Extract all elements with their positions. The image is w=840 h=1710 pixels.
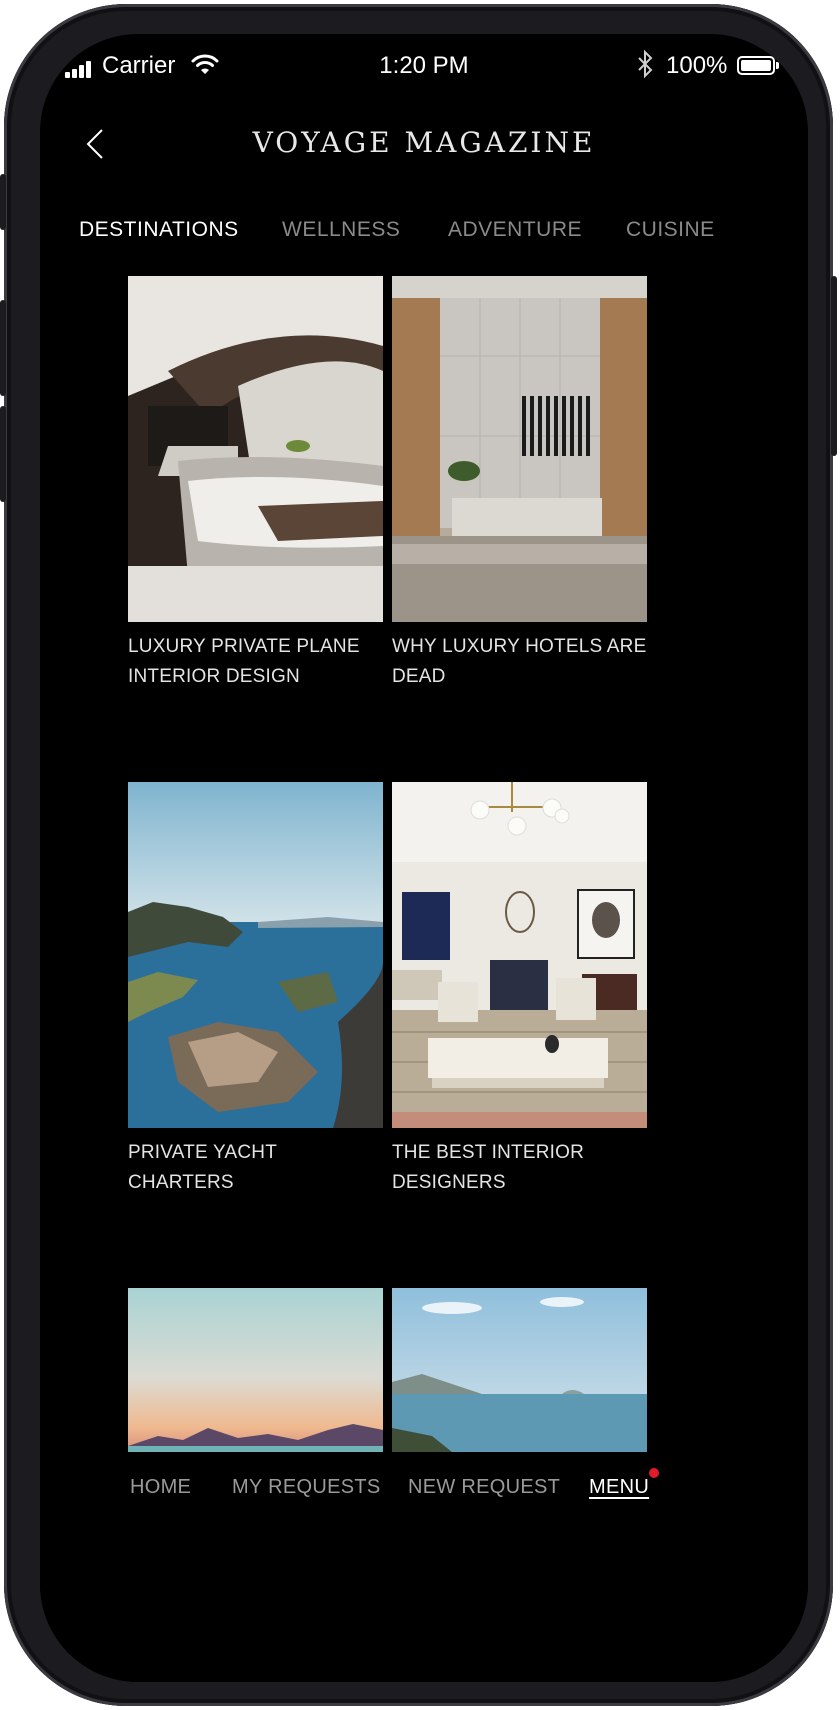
article-image-plane-interior <box>128 276 383 622</box>
battery-icon <box>737 56 779 75</box>
tab-destinations[interactable]: DESTINATIONS <box>79 218 239 242</box>
tab-adventure[interactable]: ADVENTURE <box>448 218 582 242</box>
article-card-plane-interior[interactable]: LUXURY PRIVATE PLANE INTERIOR DESIGN <box>128 276 383 692</box>
article-card-yacht-charters[interactable]: PRIVATE YACHT CHARTERS <box>128 782 383 1198</box>
article-title[interactable]: PRIVATE YACHT CHARTERS <box>128 1138 383 1198</box>
article-card-luxury-hotels[interactable]: WHY LUXURY HOTELS ARE DEAD <box>392 276 647 692</box>
mute-switch <box>0 174 6 230</box>
article-image-seascape <box>392 1288 647 1452</box>
tab-cuisine[interactable]: CUISINE <box>626 218 715 242</box>
article-image-hotel-lobby <box>392 276 647 622</box>
article-image-living-room <box>392 782 647 1128</box>
article-card-sunset[interactable] <box>128 1288 383 1452</box>
nav-menu[interactable]: MENU <box>589 1476 649 1499</box>
magazine-title: VOYAGE MAGAZINE <box>252 126 596 159</box>
article-card-interior-designers[interactable]: THE BEST INTERIOR DESIGNERS <box>392 782 647 1198</box>
article-title[interactable]: LUXURY PRIVATE PLANE INTERIOR DESIGN <box>128 632 383 692</box>
volume-up-button <box>0 300 6 396</box>
status-bar: Carrier 1:20 PM 100% <box>40 34 808 104</box>
article-card-seascape[interactable] <box>392 1288 647 1452</box>
nav-new-request[interactable]: NEW REQUEST <box>408 1476 560 1499</box>
nav-my-requests[interactable]: MY REQUESTS <box>232 1476 381 1499</box>
battery-percent: 100% <box>666 52 728 79</box>
category-tabs: DESTINATIONS WELLNESS ADVENTURE CUISINE <box>40 218 808 258</box>
article-image-coastline <box>128 782 383 1128</box>
notification-dot <box>649 1468 659 1478</box>
nav-home[interactable]: HOME <box>130 1476 191 1499</box>
bluetooth-icon <box>638 49 653 79</box>
volume-down-button <box>0 406 6 502</box>
article-title[interactable]: WHY LUXURY HOTELS ARE DEAD <box>392 632 647 692</box>
phone-frame: Carrier 1:20 PM 100% VOYAGE MAGAZINE DES… <box>0 4 837 1706</box>
bottom-nav: HOME MY REQUESTS NEW REQUEST MENU <box>40 1454 808 1682</box>
article-image-sunset <box>128 1288 383 1452</box>
screen: Carrier 1:20 PM 100% VOYAGE MAGAZINE DES… <box>40 34 808 1682</box>
article-title[interactable]: THE BEST INTERIOR DESIGNERS <box>392 1138 647 1198</box>
tab-wellness[interactable]: WELLNESS <box>282 218 400 242</box>
power-button <box>831 276 837 456</box>
